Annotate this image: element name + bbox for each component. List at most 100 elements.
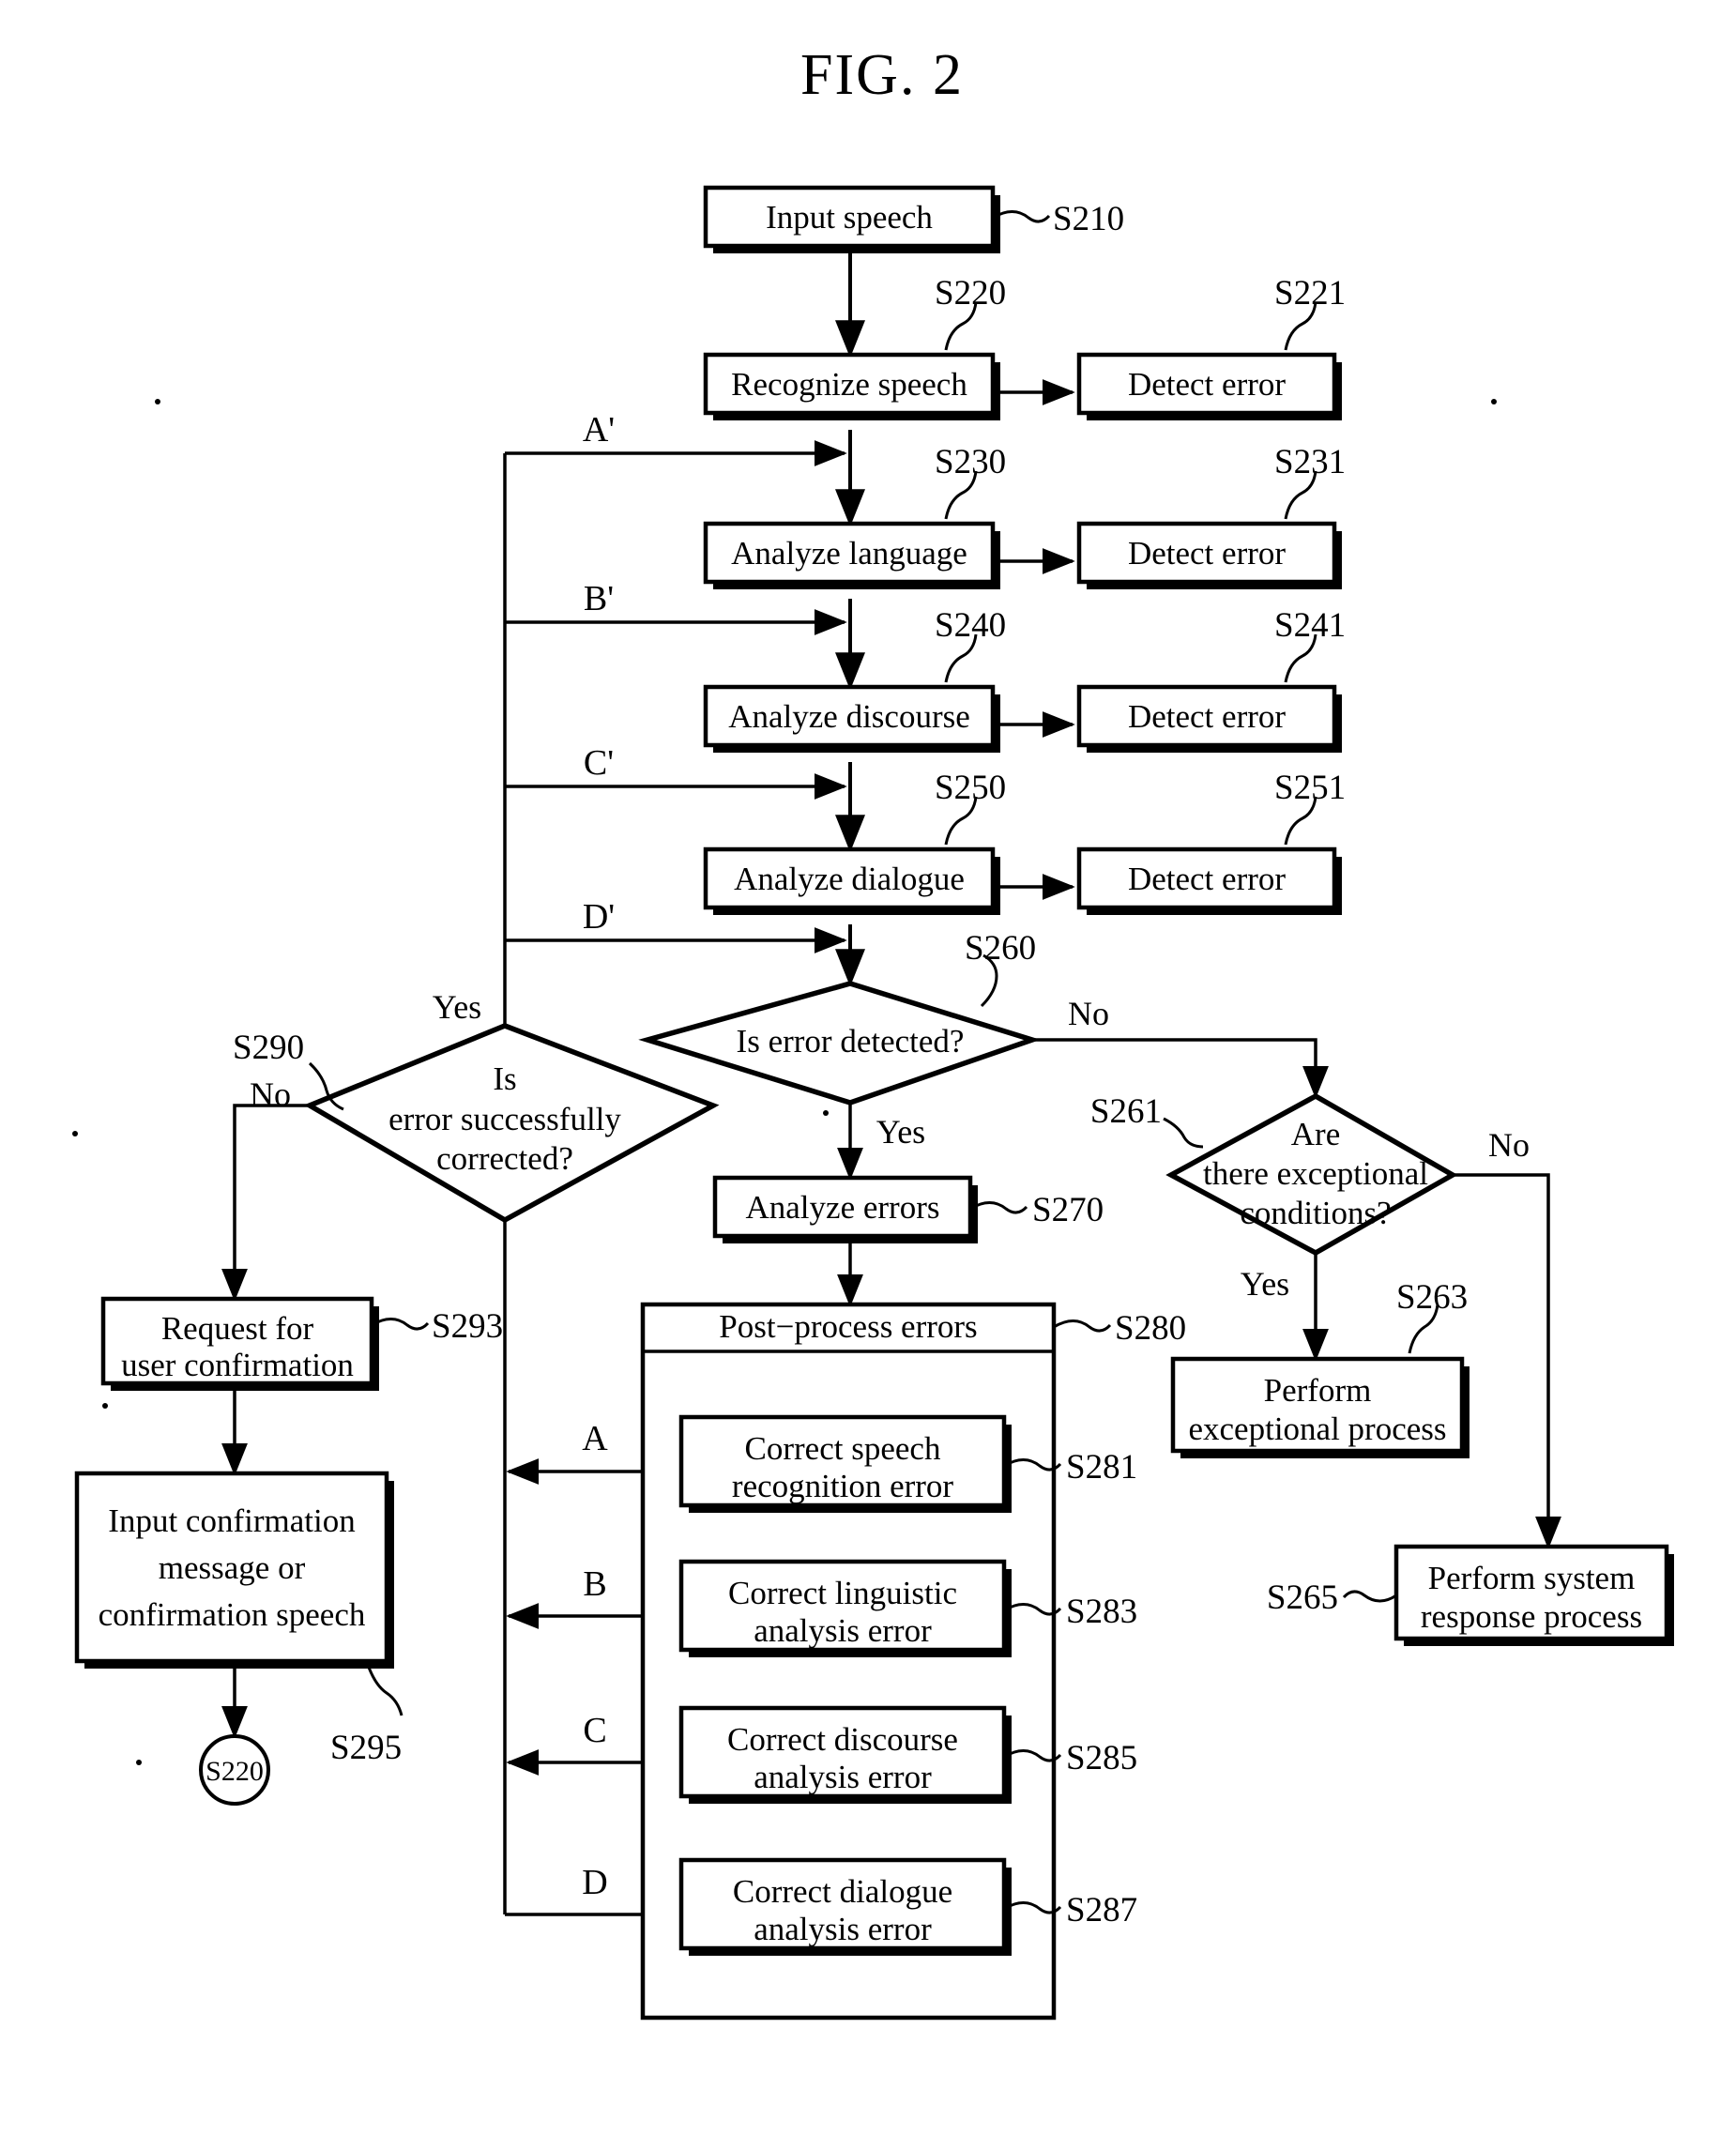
edge-error-detected-no	[1032, 1038, 1329, 1099]
step-label-s280: S280	[1115, 1309, 1186, 1348]
node-analyze-language[interactable]: Analyze language	[703, 521, 1000, 589]
edge-label-corrected-yes: Yes	[433, 988, 481, 1026]
figure-title: FIG. 2	[800, 43, 964, 107]
edge-label-error-detected-no: No	[1068, 995, 1109, 1032]
step-label-s265: S265	[1267, 1578, 1338, 1617]
node-post-process-errors-label: Post−process errors	[719, 1308, 977, 1345]
node-analyze-discourse[interactable]: Analyze discourse	[703, 684, 1000, 753]
leader-s295	[366, 1664, 404, 1716]
step-label-s295: S295	[330, 1729, 402, 1767]
scan-speck	[155, 399, 160, 404]
node-correct-dialogue-line2: analysis error	[754, 1911, 932, 1947]
edge-label-error-detected-yes: Yes	[876, 1113, 925, 1151]
step-label-s210: S210	[1053, 200, 1124, 238]
node-perform-system-response[interactable]: Perform system response process	[1393, 1544, 1674, 1646]
node-request-line1: Request for	[161, 1310, 314, 1347]
step-label-s221: S221	[1274, 274, 1346, 313]
node-corrected-label-line3: corrected?	[436, 1140, 573, 1177]
node-connector-s220-label: S220	[206, 1756, 264, 1787]
node-is-error-successfully-corrected[interactable]: Is error successfully corrected?	[303, 1023, 720, 1224]
node-exceptional-label-line1: Are	[1291, 1116, 1340, 1152]
node-perform-system-line1: Perform system	[1428, 1560, 1636, 1596]
scan-speck	[1491, 399, 1497, 404]
node-correct-discourse-analysis-error[interactable]: Correct discourse analysis error	[678, 1705, 1012, 1804]
step-label-s250: S250	[935, 769, 1006, 807]
node-request-for-user-confirmation[interactable]: Request for user confirmation	[100, 1296, 379, 1391]
scan-speck	[823, 1110, 829, 1116]
node-connector-s220[interactable]: S220	[199, 1734, 270, 1806]
node-input-confirmation[interactable]: Input confirmation message or confirmati…	[74, 1471, 394, 1669]
node-correct-linguistic-line1: Correct linguistic	[728, 1575, 957, 1611]
node-analyze-dialogue[interactable]: Analyze dialogue	[703, 846, 1000, 915]
node-detect-error-4-label: Detect error	[1128, 861, 1286, 897]
node-recognize-speech-label: Recognize speech	[731, 366, 967, 403]
scan-speck	[72, 1131, 78, 1136]
node-analyze-errors-label: Analyze errors	[746, 1189, 940, 1226]
node-correct-speech-line2: recognition error	[732, 1468, 953, 1504]
node-corrected-label-line1: Is	[493, 1060, 516, 1097]
node-perform-exceptional-line2: exceptional process	[1188, 1411, 1446, 1447]
leader-s293	[371, 1318, 430, 1331]
node-corrected-label-line2: error successfully	[388, 1101, 621, 1137]
step-label-s293: S293	[432, 1307, 503, 1346]
node-detect-error-3-label: Detect error	[1128, 698, 1286, 735]
node-is-error-detected-label: Is error detected?	[737, 1023, 965, 1060]
node-detect-error-1[interactable]: Detect error	[1076, 352, 1342, 420]
node-correct-dialogue-line1: Correct dialogue	[733, 1873, 952, 1910]
node-analyze-dialogue-label: Analyze dialogue	[734, 861, 965, 897]
step-label-s251: S251	[1274, 769, 1346, 807]
node-correct-dialogue-analysis-error[interactable]: Correct dialogue analysis error	[678, 1857, 1012, 1956]
node-correct-speech-recognition-error[interactable]: Correct speech recognition error	[678, 1414, 1012, 1513]
node-perform-system-line2: response process	[1421, 1598, 1642, 1635]
node-perform-exceptional-process[interactable]: Perform exceptional process	[1170, 1356, 1470, 1458]
step-label-s260: S260	[965, 929, 1036, 968]
leader-s261	[1163, 1117, 1204, 1149]
node-detect-error-3[interactable]: Detect error	[1076, 684, 1342, 753]
node-perform-exceptional-line1: Perform	[1264, 1372, 1372, 1409]
port-label-b: B	[583, 1564, 606, 1604]
edge-label-corrected-no: No	[250, 1075, 291, 1113]
port-label-a: A	[582, 1419, 608, 1458]
node-input-confirmation-line3: confirmation speech	[99, 1596, 366, 1633]
node-input-confirmation-line1: Input confirmation	[108, 1502, 355, 1539]
step-label-s220: S220	[935, 274, 1006, 313]
scan-speck	[102, 1403, 108, 1409]
scan-speck	[136, 1760, 142, 1765]
node-exceptional-label-line3: conditions?	[1240, 1195, 1391, 1231]
node-detect-error-1-label: Detect error	[1128, 366, 1286, 403]
node-correct-speech-line1: Correct speech	[745, 1430, 941, 1467]
step-label-s240: S240	[935, 606, 1006, 645]
node-input-confirmation-line2: message or	[159, 1549, 306, 1586]
step-label-s281: S281	[1066, 1448, 1137, 1487]
step-label-s241: S241	[1274, 606, 1346, 645]
port-label-c-prime: C'	[584, 743, 614, 783]
step-label-s231: S231	[1274, 443, 1346, 481]
node-correct-linguistic-analysis-error[interactable]: Correct linguistic analysis error	[678, 1559, 1012, 1657]
port-label-a-prime: A'	[583, 410, 615, 450]
step-label-s263: S263	[1396, 1278, 1468, 1317]
node-are-exceptional-conditions[interactable]: Are there exceptional conditions?	[1165, 1092, 1458, 1257]
leader-s265	[1342, 1590, 1397, 1603]
node-analyze-discourse-label: Analyze discourse	[728, 698, 970, 735]
port-label-d-prime: D'	[583, 897, 615, 937]
step-label-s283: S283	[1066, 1593, 1137, 1631]
node-detect-error-2[interactable]: Detect error	[1076, 521, 1342, 589]
edge-corrected-no	[221, 1104, 310, 1302]
step-label-s261: S261	[1090, 1092, 1162, 1131]
node-input-speech-label: Input speech	[766, 199, 933, 236]
port-label-b-prime: B'	[584, 579, 614, 618]
step-label-s285: S285	[1066, 1739, 1137, 1777]
node-correct-discourse-line1: Correct discourse	[727, 1721, 958, 1758]
leader-s280	[1053, 1319, 1112, 1333]
node-correct-linguistic-line2: analysis error	[754, 1612, 932, 1649]
port-label-d: D	[582, 1863, 607, 1902]
patent-figure-page: FIG. 2 Input speech S210 Recognize speec…	[0, 0, 1736, 2135]
node-detect-error-4[interactable]: Detect error	[1076, 846, 1342, 915]
node-analyze-language-label: Analyze language	[731, 535, 967, 572]
node-recognize-speech[interactable]: Recognize speech	[703, 352, 1000, 420]
edge-exceptional-no	[1453, 1173, 1561, 1549]
node-request-line2: user confirmation	[121, 1347, 354, 1383]
node-analyze-errors[interactable]: Analyze errors	[712, 1175, 978, 1243]
node-is-error-detected[interactable]: Is error detected?	[638, 981, 1041, 1106]
node-input-speech[interactable]: Input speech	[703, 185, 1000, 253]
